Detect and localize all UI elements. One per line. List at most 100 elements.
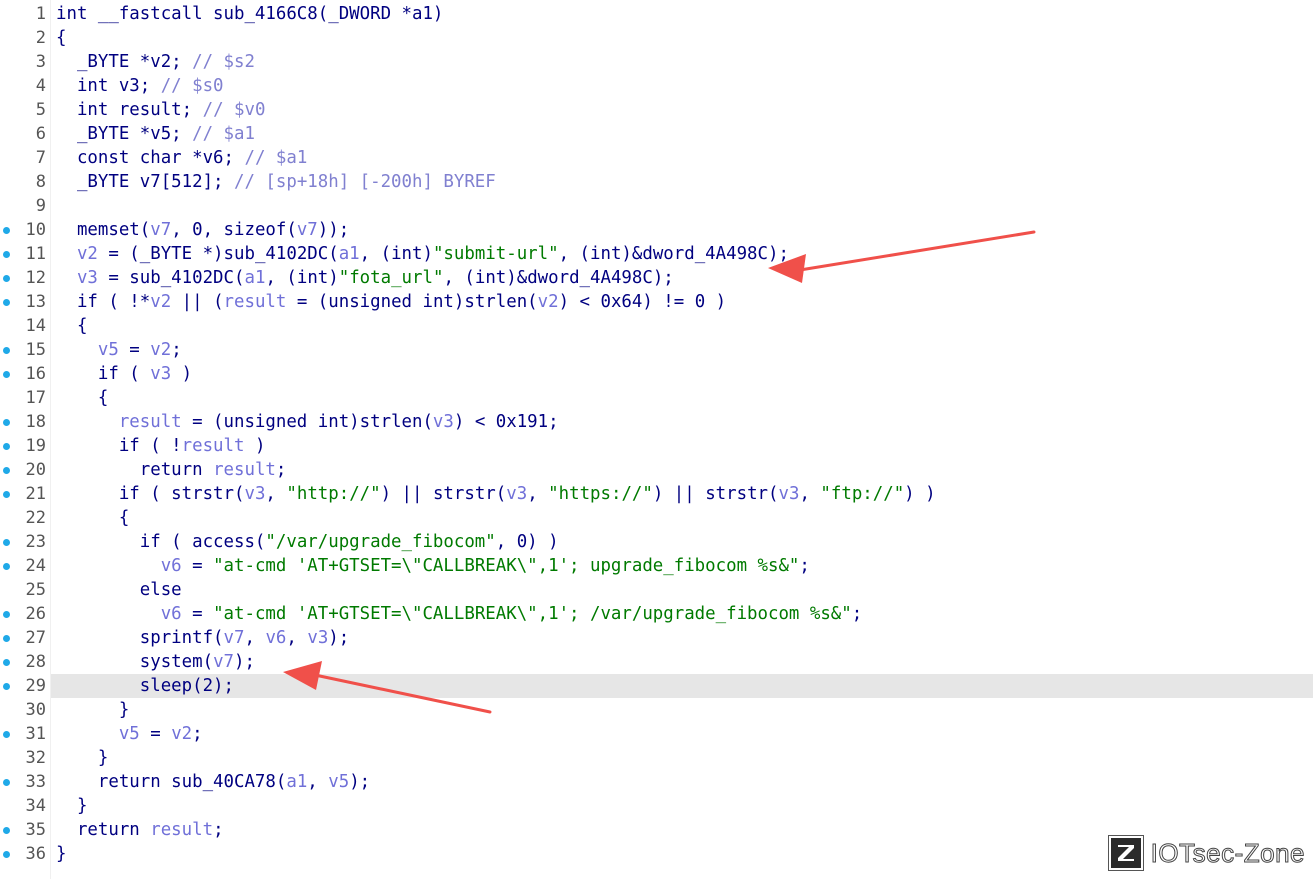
breakpoint-dot-icon[interactable] bbox=[3, 635, 10, 642]
code-text[interactable]: const char *v6; // $a1 bbox=[56, 146, 307, 170]
breakpoint-dot-icon[interactable] bbox=[3, 563, 10, 570]
line-gutter[interactable]: 15 bbox=[0, 338, 50, 362]
code-line[interactable]: 8 _BYTE v7[512]; // [sp+18h] [-200h] BYR… bbox=[0, 170, 1313, 194]
code-line[interactable]: 19 if ( !result ) bbox=[0, 434, 1313, 458]
code-text[interactable]: if ( access("/var/upgrade_fibocom", 0) ) bbox=[56, 530, 559, 554]
line-gutter[interactable]: 32 bbox=[0, 746, 50, 770]
code-line[interactable]: 10 memset(v7, 0, sizeof(v7)); bbox=[0, 218, 1313, 242]
code-text[interactable]: } bbox=[56, 746, 108, 770]
code-line[interactable]: 17 { bbox=[0, 386, 1313, 410]
line-gutter[interactable]: 27 bbox=[0, 626, 50, 650]
breakpoint-dot-icon[interactable] bbox=[3, 851, 10, 858]
code-text[interactable]: result = (unsigned int)strlen(v3) < 0x19… bbox=[56, 410, 559, 434]
breakpoint-dot-icon[interactable] bbox=[3, 251, 10, 258]
code-line[interactable]: 30 } bbox=[0, 698, 1313, 722]
code-text[interactable]: int __fastcall sub_4166C8(_DWORD *a1) bbox=[56, 2, 443, 26]
code-line[interactable]: 1 int __fastcall sub_4166C8(_DWORD *a1) bbox=[0, 2, 1313, 26]
breakpoint-dot-icon[interactable] bbox=[3, 539, 10, 546]
code-line[interactable]: 13 if ( !*v2 || (result = (unsigned int)… bbox=[0, 290, 1313, 314]
code-text[interactable]: return result; bbox=[56, 458, 287, 482]
code-text[interactable]: } bbox=[56, 794, 87, 818]
breakpoint-dot-icon[interactable] bbox=[3, 611, 10, 618]
line-gutter[interactable]: 35 bbox=[0, 818, 50, 842]
pseudocode-view[interactable]: 1 int __fastcall sub_4166C8(_DWORD *a1) 2{… bbox=[0, 2, 1313, 866]
code-text[interactable]: _BYTE v7[512]; // [sp+18h] [-200h] BYREF bbox=[56, 170, 496, 194]
code-line[interactable]: 23 if ( access("/var/upgrade_fibocom", 0… bbox=[0, 530, 1313, 554]
line-gutter[interactable]: 16 bbox=[0, 362, 50, 386]
line-gutter[interactable]: 25 bbox=[0, 578, 50, 602]
code-line[interactable]: 29 sleep(2); bbox=[0, 674, 1313, 698]
line-gutter[interactable]: 28 bbox=[0, 650, 50, 674]
line-gutter[interactable]: 5 bbox=[0, 98, 50, 122]
line-gutter[interactable]: 19 bbox=[0, 434, 50, 458]
code-line[interactable]: 25 else bbox=[0, 578, 1313, 602]
breakpoint-dot-icon[interactable] bbox=[3, 275, 10, 282]
line-gutter[interactable]: 18 bbox=[0, 410, 50, 434]
code-text[interactable]: { bbox=[56, 506, 129, 530]
code-line[interactable]: 11 v2 = (_BYTE *)sub_4102DC(a1, (int)"su… bbox=[0, 242, 1313, 266]
code-text[interactable]: int result; // $v0 bbox=[56, 98, 265, 122]
line-gutter[interactable]: 13 bbox=[0, 290, 50, 314]
line-gutter[interactable]: 31 bbox=[0, 722, 50, 746]
line-gutter[interactable]: 3 bbox=[0, 50, 50, 74]
line-gutter[interactable]: 14 bbox=[0, 314, 50, 338]
code-line[interactable]: 31 v5 = v2; bbox=[0, 722, 1313, 746]
line-gutter[interactable]: 20 bbox=[0, 458, 50, 482]
code-line[interactable]: 3 _BYTE *v2; // $s2 bbox=[0, 50, 1313, 74]
code-line[interactable]: 32 } bbox=[0, 746, 1313, 770]
code-line[interactable]: 16 if ( v3 ) bbox=[0, 362, 1313, 386]
code-text[interactable]: v6 = "at-cmd 'AT+GTSET=\"CALLBREAK\",1';… bbox=[56, 602, 863, 626]
code-line[interactable]: 12 v3 = sub_4102DC(a1, (int)"fota_url", … bbox=[0, 266, 1313, 290]
code-text[interactable]: v5 = v2; bbox=[56, 338, 182, 362]
code-text[interactable]: if ( !result ) bbox=[56, 434, 266, 458]
breakpoint-dot-icon[interactable] bbox=[3, 347, 10, 354]
code-text[interactable]: } bbox=[56, 698, 129, 722]
code-line[interactable]: 26 v6 = "at-cmd 'AT+GTSET=\"CALLBREAK\",… bbox=[0, 602, 1313, 626]
code-text[interactable]: { bbox=[56, 314, 87, 338]
breakpoint-dot-icon[interactable] bbox=[3, 371, 10, 378]
line-gutter[interactable]: 9 bbox=[0, 194, 50, 218]
code-text[interactable]: _BYTE *v5; // $a1 bbox=[56, 122, 255, 146]
code-line[interactable]: 5 int result; // $v0 bbox=[0, 98, 1313, 122]
breakpoint-dot-icon[interactable] bbox=[3, 443, 10, 450]
breakpoint-dot-icon[interactable] bbox=[3, 299, 10, 306]
line-gutter[interactable]: 7 bbox=[0, 146, 50, 170]
code-text[interactable]: v2 = (_BYTE *)sub_4102DC(a1, (int)"submi… bbox=[56, 242, 789, 266]
line-gutter[interactable]: 34 bbox=[0, 794, 50, 818]
code-text[interactable]: } bbox=[56, 842, 66, 866]
code-line[interactable]: 21 if ( strstr(v3, "http://") || strstr(… bbox=[0, 482, 1313, 506]
code-text[interactable]: v6 = "at-cmd 'AT+GTSET=\"CALLBREAK\",1';… bbox=[56, 554, 810, 578]
breakpoint-dot-icon[interactable] bbox=[3, 491, 10, 498]
breakpoint-dot-icon[interactable] bbox=[3, 227, 10, 234]
code-line[interactable]: 14 { bbox=[0, 314, 1313, 338]
code-line[interactable]: 7 const char *v6; // $a1 bbox=[0, 146, 1313, 170]
line-gutter[interactable]: 29 bbox=[0, 674, 50, 698]
line-gutter[interactable]: 4 bbox=[0, 74, 50, 98]
line-gutter[interactable]: 22 bbox=[0, 506, 50, 530]
code-text[interactable]: int v3; // $s0 bbox=[56, 74, 224, 98]
line-gutter[interactable]: 26 bbox=[0, 602, 50, 626]
line-gutter[interactable]: 30 bbox=[0, 698, 50, 722]
line-gutter[interactable]: 8 bbox=[0, 170, 50, 194]
line-gutter[interactable]: 17 bbox=[0, 386, 50, 410]
line-gutter[interactable]: 12 bbox=[0, 266, 50, 290]
line-gutter[interactable]: 23 bbox=[0, 530, 50, 554]
code-line[interactable]: 20 return result; bbox=[0, 458, 1313, 482]
line-gutter[interactable]: 36 bbox=[0, 842, 50, 866]
code-line[interactable]: 33 return sub_40CA78(a1, v5); bbox=[0, 770, 1313, 794]
code-line[interactable]: 22 { bbox=[0, 506, 1313, 530]
breakpoint-dot-icon[interactable] bbox=[3, 731, 10, 738]
line-gutter[interactable]: 24 bbox=[0, 554, 50, 578]
code-line[interactable]: 27 sprintf(v7, v6, v3); bbox=[0, 626, 1313, 650]
code-text[interactable]: if ( !*v2 || (result = (unsigned int)str… bbox=[56, 290, 726, 314]
code-text[interactable]: else bbox=[56, 578, 182, 602]
code-line[interactable]: 34 } bbox=[0, 794, 1313, 818]
breakpoint-dot-icon[interactable] bbox=[3, 683, 10, 690]
line-gutter[interactable]: 10 bbox=[0, 218, 50, 242]
code-line[interactable]: 2{ bbox=[0, 26, 1313, 50]
line-gutter[interactable]: 33 bbox=[0, 770, 50, 794]
line-gutter[interactable]: 21 bbox=[0, 482, 50, 506]
line-gutter[interactable]: 1 bbox=[0, 2, 50, 26]
code-text[interactable]: { bbox=[56, 386, 108, 410]
code-text[interactable]: memset(v7, 0, sizeof(v7)); bbox=[56, 218, 349, 242]
